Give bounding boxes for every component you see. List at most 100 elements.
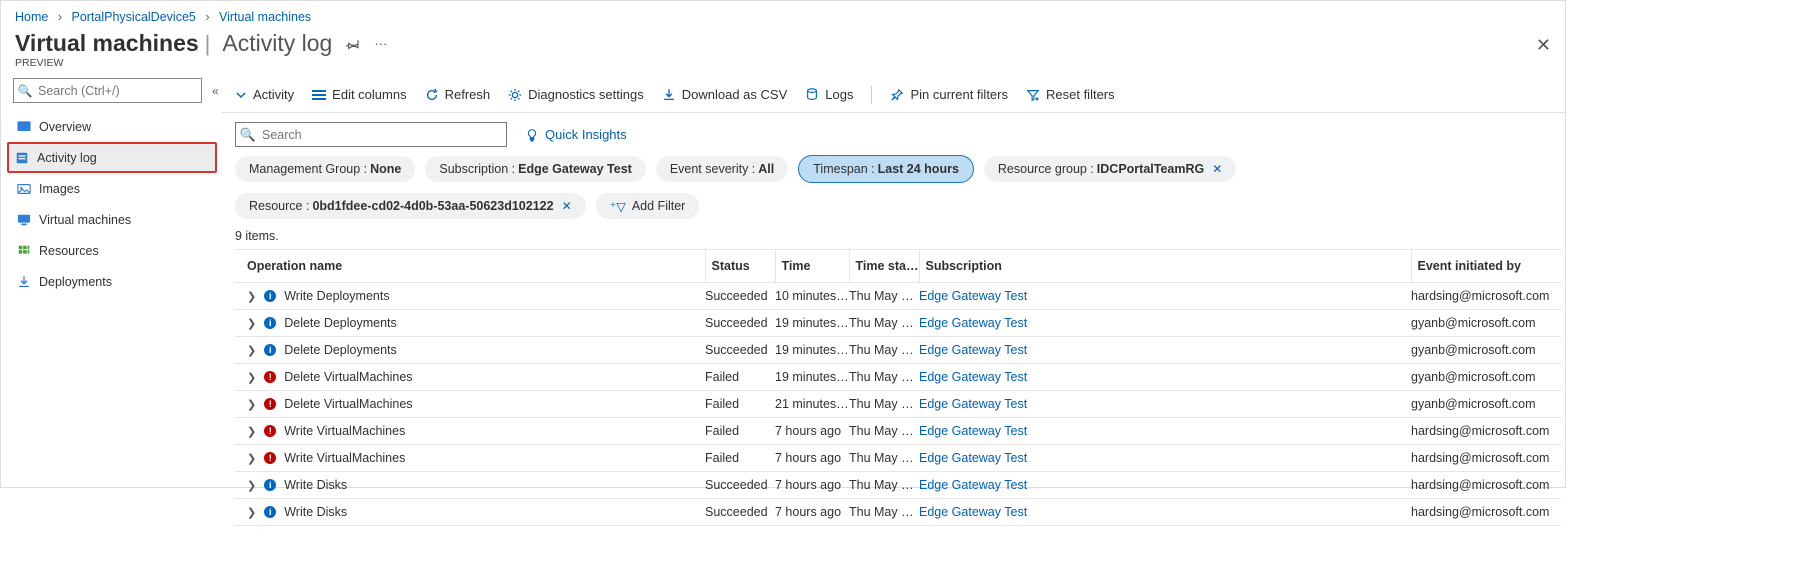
- sidebar-item-images[interactable]: Images: [1, 173, 221, 204]
- toolbar-label: Diagnostics settings: [528, 87, 644, 102]
- expand-row-icon[interactable]: ❯: [247, 344, 256, 357]
- diagnostics-settings-button[interactable]: Diagnostics settings: [508, 87, 644, 102]
- sidebar-search-input[interactable]: [36, 83, 201, 99]
- cell-initiated-by: hardsing@microsoft.com: [1411, 472, 1561, 499]
- sidebar-search[interactable]: 🔍: [13, 78, 202, 103]
- subscription-link[interactable]: Edge Gateway Test: [919, 343, 1027, 357]
- pin-filters-button[interactable]: Pin current filters: [890, 87, 1008, 102]
- table-row[interactable]: ❯!Write VirtualMachinesFailed7 hours ago…: [235, 418, 1561, 445]
- table-row[interactable]: ❯!Delete VirtualMachinesFailed21 minutes…: [235, 391, 1561, 418]
- breadcrumb-vm[interactable]: Virtual machines: [219, 10, 311, 24]
- activity-table: Operation name Status Time Time stamp Su…: [235, 249, 1561, 526]
- filters-row: Management Group : None Subscription : E…: [221, 155, 1565, 229]
- filter-severity[interactable]: Event severity : All: [656, 156, 788, 182]
- collapse-sidebar-button[interactable]: «: [212, 84, 219, 98]
- cell-time: 7 hours ago: [775, 472, 849, 499]
- col-initiated-by[interactable]: Event initiated by: [1411, 250, 1561, 283]
- sidebar-item-label: Overview: [39, 120, 91, 134]
- subscription-link[interactable]: Edge Gateway Test: [919, 316, 1027, 330]
- cell-status: Succeeded: [705, 283, 775, 310]
- expand-row-icon[interactable]: ❯: [247, 398, 256, 411]
- col-operation[interactable]: Operation name: [235, 250, 705, 283]
- table-row[interactable]: ❯iWrite DisksSucceeded7 hours agoThu May…: [235, 472, 1561, 499]
- col-time[interactable]: Time: [775, 250, 849, 283]
- logs-icon: [805, 88, 819, 102]
- cell-time: 7 hours ago: [775, 445, 849, 472]
- quick-insights-link[interactable]: Quick Insights: [525, 127, 627, 142]
- table-row[interactable]: ❯iDelete DeploymentsSucceeded19 minutes …: [235, 337, 1561, 364]
- lightbulb-icon: [525, 128, 539, 142]
- filter-resource-group[interactable]: Resource group : IDCPortalTeamRG ✕: [984, 156, 1236, 182]
- breadcrumb-device[interactable]: PortalPhysicalDevice5: [71, 10, 195, 24]
- subscription-link[interactable]: Edge Gateway Test: [919, 478, 1027, 492]
- sidebar-item-deployments[interactable]: Deployments: [1, 266, 221, 297]
- subscription-link[interactable]: Edge Gateway Test: [919, 451, 1027, 465]
- expand-row-icon[interactable]: ❯: [247, 452, 256, 465]
- close-blade-button[interactable]: ✕: [1536, 35, 1551, 56]
- sidebar-item-label: Images: [39, 182, 80, 196]
- expand-row-icon[interactable]: ❯: [247, 506, 256, 519]
- cell-initiated-by: hardsing@microsoft.com: [1411, 283, 1561, 310]
- pin-blade-button[interactable]: [346, 37, 360, 51]
- table-row[interactable]: ❯iWrite DisksSucceeded7 hours agoThu May…: [235, 499, 1561, 526]
- sidebar-item-label: Virtual machines: [39, 213, 131, 227]
- add-filter-button[interactable]: ⁺▽ Add Filter: [596, 193, 700, 219]
- more-button[interactable]: ···: [374, 36, 387, 51]
- filter-value: Edge Gateway Test: [518, 162, 632, 176]
- filter-timespan[interactable]: Timespan : Last 24 hours: [798, 155, 974, 183]
- toolbar-label: Logs: [825, 87, 853, 102]
- status-icon: i: [264, 344, 276, 356]
- sidebar-item-overview[interactable]: Overview: [1, 111, 221, 142]
- subscription-link[interactable]: Edge Gateway Test: [919, 397, 1027, 411]
- remove-filter-icon[interactable]: ✕: [1212, 162, 1222, 176]
- sidebar-item-resources[interactable]: Resources: [1, 235, 221, 266]
- cell-initiated-by: gyanb@microsoft.com: [1411, 391, 1561, 418]
- sidebar-item-label: Deployments: [39, 275, 112, 289]
- cell-ts: Thu May 27…: [849, 283, 919, 310]
- page-title-sub: Activity log: [222, 30, 332, 57]
- filter-label: Resource :: [249, 199, 309, 213]
- operation-name: Write VirtualMachines: [284, 424, 405, 438]
- quick-insights-label: Quick Insights: [545, 127, 627, 142]
- expand-row-icon[interactable]: ❯: [247, 479, 256, 492]
- reset-filters-button[interactable]: Reset filters: [1026, 87, 1115, 102]
- search-input[interactable]: [260, 127, 506, 143]
- cell-initiated-by: hardsing@microsoft.com: [1411, 418, 1561, 445]
- table-row[interactable]: ❯!Delete VirtualMachinesFailed19 minutes…: [235, 364, 1561, 391]
- activity-dropdown[interactable]: Activity: [235, 87, 294, 102]
- subscription-link[interactable]: Edge Gateway Test: [919, 424, 1027, 438]
- expand-row-icon[interactable]: ❯: [247, 371, 256, 384]
- table-row[interactable]: ❯iWrite DeploymentsSucceeded10 minutes ……: [235, 283, 1561, 310]
- refresh-button[interactable]: Refresh: [425, 87, 491, 102]
- sidebar-item-virtual-machines[interactable]: Virtual machines: [1, 204, 221, 235]
- filter-mgmt-group[interactable]: Management Group : None: [235, 156, 415, 182]
- expand-row-icon[interactable]: ❯: [247, 317, 256, 330]
- download-csv-button[interactable]: Download as CSV: [662, 87, 788, 102]
- sidebar-item-activity-log[interactable]: Activity log: [7, 142, 217, 173]
- cell-time: 7 hours ago: [775, 418, 849, 445]
- table-row[interactable]: ❯!Write VirtualMachinesFailed7 hours ago…: [235, 445, 1561, 472]
- search-box[interactable]: 🔍: [235, 122, 507, 147]
- remove-filter-icon[interactable]: ✕: [562, 199, 572, 213]
- toolbar-label: Pin current filters: [910, 87, 1008, 102]
- table-row[interactable]: ❯iDelete DeploymentsSucceeded19 minutes …: [235, 310, 1561, 337]
- refresh-icon: [425, 88, 439, 102]
- filter-subscription[interactable]: Subscription : Edge Gateway Test: [425, 156, 645, 182]
- filter-resource[interactable]: Resource : 0bd1fdee-cd02-4d0b-53aa-50623…: [235, 193, 586, 219]
- col-status[interactable]: Status: [705, 250, 775, 283]
- breadcrumb-home[interactable]: Home: [15, 10, 48, 24]
- edit-columns-button[interactable]: Edit columns: [312, 87, 406, 102]
- chevron-down-icon: [235, 89, 247, 101]
- col-timestamp[interactable]: Time stamp: [849, 250, 919, 283]
- subscription-link[interactable]: Edge Gateway Test: [919, 505, 1027, 519]
- cell-status: Succeeded: [705, 499, 775, 526]
- subscription-link[interactable]: Edge Gateway Test: [919, 289, 1027, 303]
- status-icon: i: [264, 479, 276, 491]
- expand-row-icon[interactable]: ❯: [247, 425, 256, 438]
- expand-row-icon[interactable]: ❯: [247, 290, 256, 303]
- col-subscription[interactable]: Subscription: [919, 250, 1411, 283]
- table-header-row: Operation name Status Time Time stamp Su…: [235, 250, 1561, 283]
- logs-button[interactable]: Logs: [805, 87, 853, 102]
- pin-icon: [890, 88, 904, 102]
- subscription-link[interactable]: Edge Gateway Test: [919, 370, 1027, 384]
